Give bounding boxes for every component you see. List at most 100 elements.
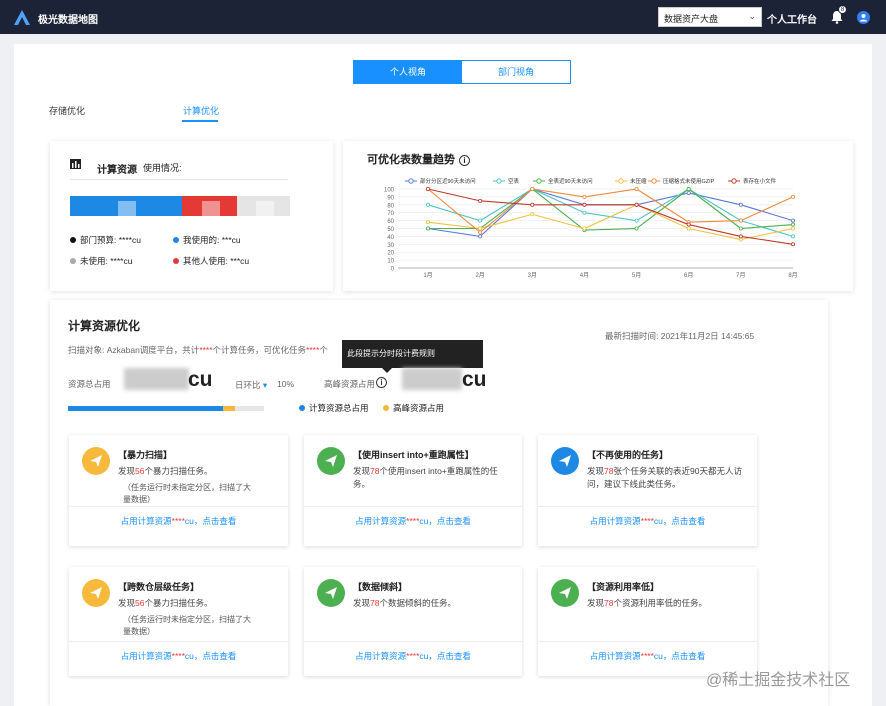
optimization-tile[interactable]: 【暴力扫描】 发现56个暴力扫描任务。 （任务运行时未指定分区，扫描了大量数据） 占用… — [69, 435, 288, 546]
x-tick-label: 6月 — [684, 272, 693, 279]
trend-chart-card: 可优化表数量趋势 i 0 10 20 30 40 50 60 70 80 90 100 1月 2月 3月 4月… — [343, 141, 853, 291]
peak-usage-label: 高峰资源占用 — [324, 379, 376, 389]
legend-others-usage: 其他人使用: ***cu — [173, 255, 249, 267]
divider — [69, 641, 288, 642]
personal-workbench-link[interactable]: 个人工作台 — [767, 11, 817, 26]
series-point — [582, 194, 587, 199]
total-usage-unit: cu — [188, 368, 213, 391]
series-point — [686, 222, 691, 227]
legend-marker — [731, 178, 737, 184]
legend-unused: 未使用: ****cu — [70, 255, 132, 267]
divider — [304, 641, 522, 642]
active-tab-indicator — [182, 120, 218, 122]
series-point — [478, 234, 483, 239]
user-icon — [860, 14, 867, 22]
series-point — [478, 230, 483, 235]
day-ratio-value: 10% — [277, 379, 295, 389]
legend-label: 高峰资源占用 — [393, 403, 445, 413]
divider — [538, 506, 757, 507]
tile-description: 发现78个资源利用率低的任务。 — [587, 598, 707, 608]
series-point — [686, 187, 691, 192]
series-point — [530, 212, 535, 217]
optimization-tile[interactable]: 【使用insert into+重跑属性】 发现78个使用insert into+重… — [304, 435, 522, 546]
divider — [70, 179, 288, 180]
y-tick-label: 80 — [387, 203, 394, 209]
legend-label: 空表 — [508, 177, 520, 185]
series-point — [634, 202, 639, 207]
optimization-tile[interactable]: 【数据倾斜】 发现78个数据倾斜的任务。 占用计算资源****cu，点击查看 — [304, 567, 522, 676]
legend-label: 其他人使用: ***cu — [183, 256, 250, 266]
tile-view-link[interactable]: 占用计算资源****cu，点击查看 — [538, 650, 757, 662]
series-point — [686, 226, 691, 231]
series-point — [478, 226, 483, 231]
dashboard-selector[interactable]: 数据资产大盘 ⌄ — [658, 7, 762, 27]
series-point — [530, 187, 535, 192]
series-point — [426, 202, 431, 207]
divider — [304, 506, 522, 507]
paper-plane-icon — [551, 447, 579, 475]
caret-down-icon: ▾ — [262, 380, 268, 390]
progress-total — [68, 406, 223, 411]
top-navigation-bar: 极光数据地图 数据资产大盘 ⌄ 个人工作台 8 — [0, 0, 886, 34]
usage-title: 计算资源 — [97, 165, 137, 176]
paper-plane-icon — [317, 579, 345, 607]
tile-view-link[interactable]: 占用计算资源****cu，点击查看 — [69, 515, 288, 527]
masked-value — [124, 368, 189, 390]
legend-marker — [536, 178, 542, 184]
tab-storage-optimization[interactable]: 存储优化 — [49, 104, 85, 117]
legend-label: 计算资源总占用 — [309, 403, 369, 413]
series-point — [582, 202, 587, 207]
usage-segment-others — [182, 196, 238, 221]
line-chart: 0 10 20 30 40 50 60 70 80 90100 1月 2月 3月 4月 5月 6月 7月 8月 部分… — [384, 177, 798, 279]
avatar[interactable] — [857, 11, 870, 24]
tab-department-view[interactable]: 部门视角 — [462, 61, 570, 83]
series-line — [428, 188, 794, 231]
x-tick-label: 8月 — [788, 272, 797, 279]
legend-dot — [383, 405, 389, 411]
optimization-tile[interactable]: 【资源利用率低】 发现78个资源利用率低的任务。 占用计算资源****cu，点击查看 — [538, 567, 757, 676]
logo-icon[interactable] — [12, 7, 32, 27]
series-point — [686, 190, 691, 195]
legend-dot — [173, 237, 179, 243]
masked-count: **** — [199, 345, 213, 355]
tile-title: 【数据倾斜】 — [353, 582, 408, 592]
legend-marker — [618, 178, 624, 184]
brand-name[interactable]: 极光数据地图 — [38, 11, 98, 26]
legend-dept-budget: 部门预算: ****cu — [70, 234, 141, 246]
day-ratio-label: 日环比 ▾ — [235, 379, 267, 391]
series-point — [530, 202, 535, 207]
tooltip: 此段提示分时段计费规则 — [342, 340, 483, 368]
series-point — [738, 202, 743, 207]
tab-compute-optimization[interactable]: 计算优化 — [183, 104, 219, 117]
info-icon[interactable]: i — [376, 377, 387, 388]
tile-title: 【暴力扫描】 — [118, 450, 173, 460]
legend-label: 部门预算: ****cu — [80, 235, 141, 245]
legend-label: 我使用的: ***cu — [183, 235, 241, 245]
legend-label: 表存在小文件 — [743, 177, 777, 185]
tile-view-link[interactable]: 占用计算资源****cu，点击查看 — [538, 515, 757, 527]
series-point — [582, 226, 587, 231]
legend-label: 全表近90天未访问 — [548, 177, 593, 185]
selector-value: 数据资产大盘 — [664, 14, 719, 24]
view-toggle: 个人视角 部门视角 — [353, 60, 571, 84]
y-tick-label: 70 — [387, 211, 394, 217]
series-point — [426, 220, 431, 225]
tile-description: 发现78个使用insert into+重跑属性的任务。 — [353, 466, 498, 489]
series-point — [738, 234, 743, 239]
series-point — [790, 226, 795, 231]
tile-view-link[interactable]: 占用计算资源****cu，点击查看 — [304, 515, 522, 527]
optimization-tile[interactable]: 【跨数仓层级任务】 发现56个暴力扫描任务。 （任务运行时未指定分区，扫描了大量数据… — [69, 567, 288, 676]
compute-usage-card: 计算资源 使用情况: 部门预算: ****cu 我使用的: ***cu 未使用:… — [50, 141, 333, 291]
legend-marker — [651, 178, 657, 184]
optimization-tile[interactable]: 【不再使用的任务】 发现78张个任务关联的表近90天都无人访问，建议下线此类任务。… — [538, 435, 757, 546]
masked-value — [255, 201, 274, 221]
y-tick-label: 30 — [387, 243, 394, 249]
x-tick-label: 3月 — [528, 272, 537, 279]
legend-label: 未压缩 — [630, 177, 647, 185]
legend-label: 未使用: ****cu — [80, 256, 133, 266]
tile-view-link[interactable]: 占用计算资源****cu，点击查看 — [69, 650, 288, 662]
y-tick-label: 100 — [384, 188, 395, 194]
tile-view-link[interactable]: 占用计算资源****cu，点击查看 — [304, 650, 522, 662]
series-point — [738, 226, 743, 231]
tab-personal-view[interactable]: 个人视角 — [354, 61, 462, 83]
